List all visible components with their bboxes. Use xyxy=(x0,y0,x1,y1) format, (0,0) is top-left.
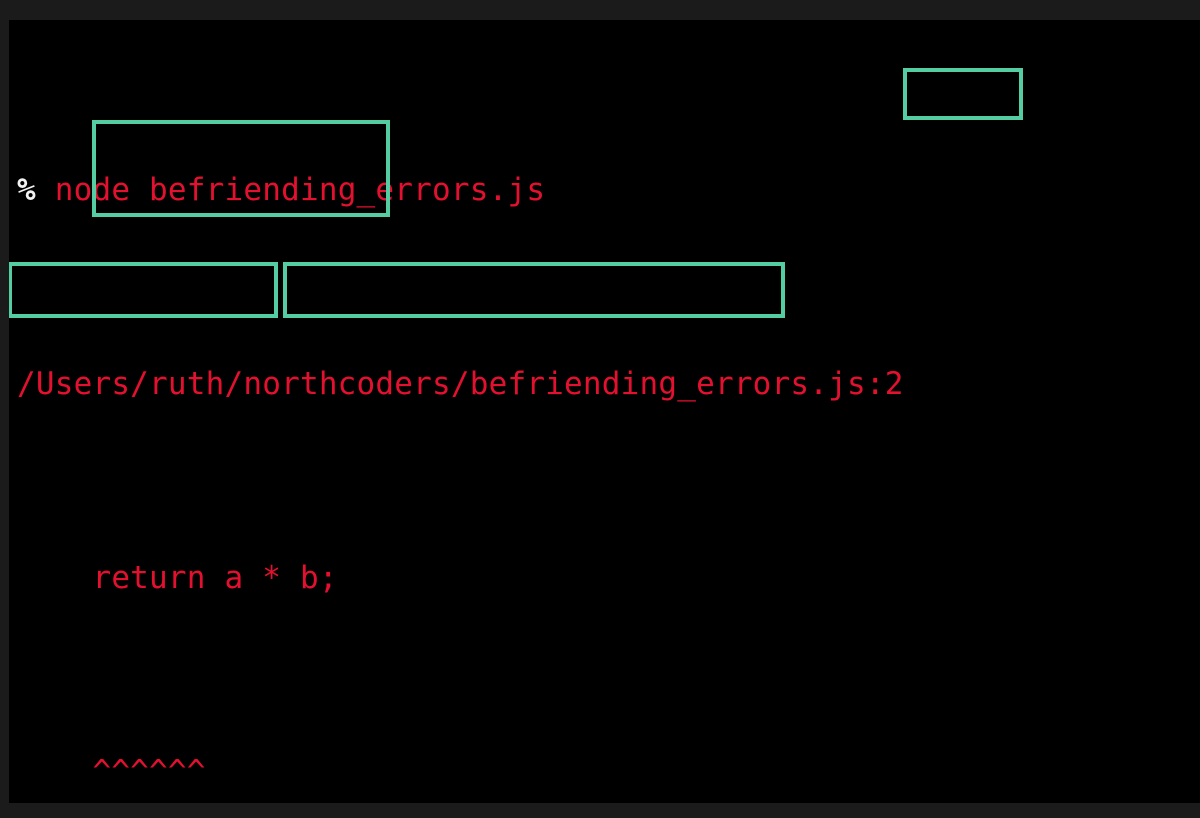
window-bottom-border xyxy=(0,803,1200,818)
prompt-sigil-icon: % xyxy=(17,171,36,208)
command-line: % node befriending_errors.js xyxy=(9,166,1200,215)
window-left-border xyxy=(0,0,9,818)
error-location-line: /Users/ruth/northcoders/befriending_erro… xyxy=(17,365,904,402)
terminal-window[interactable]: % node befriending_errors.js /Users/ruth… xyxy=(0,0,1200,818)
source-code-line: return a * b; xyxy=(17,559,338,596)
window-top-border xyxy=(0,0,1200,20)
command-text: node befriending_errors.js xyxy=(35,171,546,208)
terminal-output: % node befriending_errors.js /Users/ruth… xyxy=(9,20,1200,803)
terminal-screen[interactable]: % node befriending_errors.js /Users/ruth… xyxy=(9,20,1200,803)
caret-marker-line: ^^^^^^ xyxy=(17,753,206,790)
